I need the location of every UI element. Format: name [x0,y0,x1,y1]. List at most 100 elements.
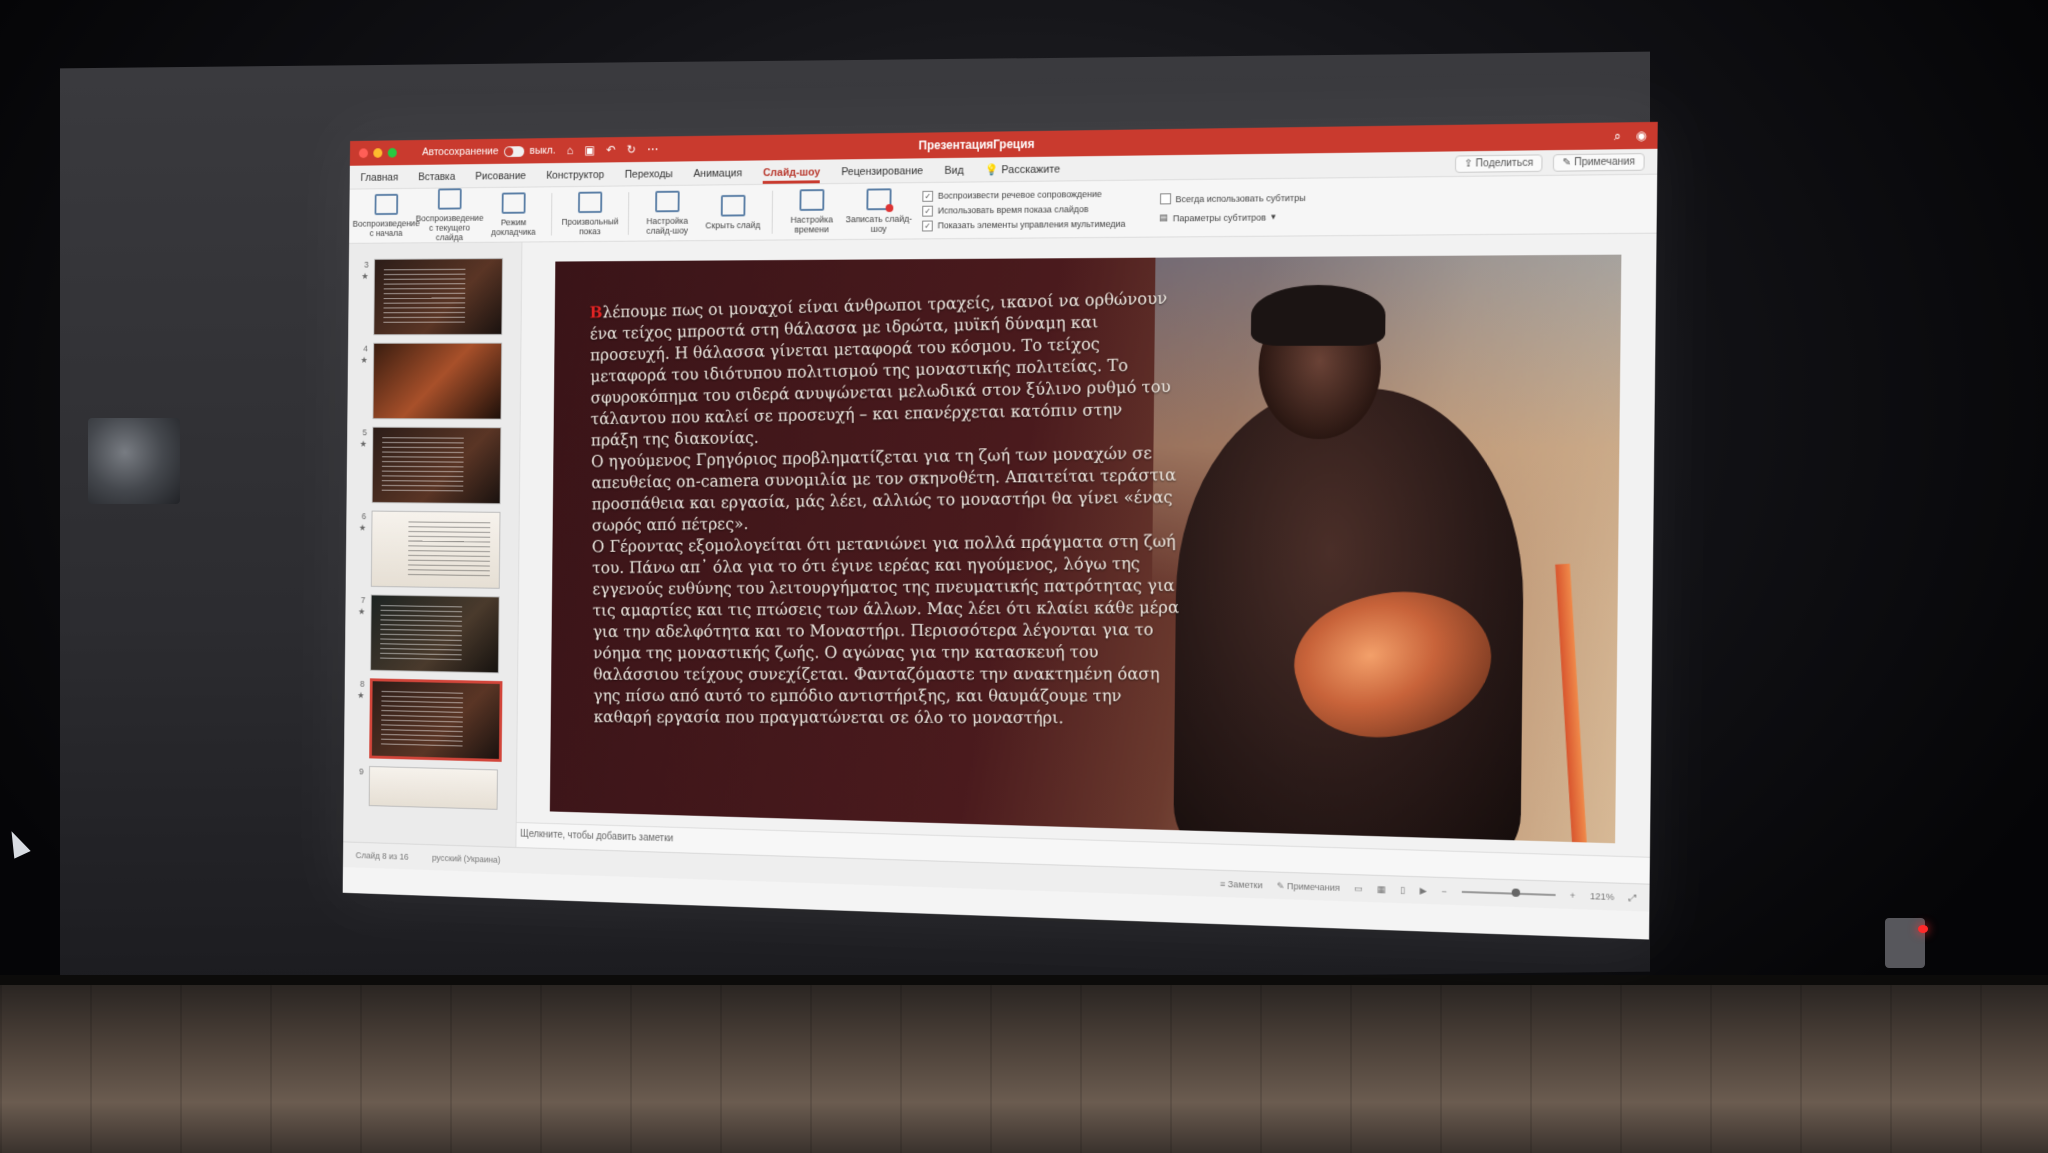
tab-draw[interactable]: Рисование [475,170,526,187]
grid-view-icon[interactable]: ▦ [1377,884,1386,895]
thumbnail-item[interactable]: 5 ★ [354,426,502,505]
tab-slideshow[interactable]: Слайд-шоу [762,166,821,184]
slide-canvas[interactable]: Βλέπουμε πως οι μοναχοί είναι άνθρωποι τ… [516,234,1656,884]
thumbnail-text-lines [407,521,491,579]
thumbnail-item-selected[interactable]: 8 ★ [351,678,503,762]
thumbnail-item[interactable]: 7 ★ [352,594,500,674]
tab-review[interactable]: Рецензирование [841,165,923,183]
stage-floor [0,985,2048,1153]
normal-view-icon[interactable]: ▭ [1354,883,1363,894]
slide-thumbnail[interactable] [370,594,500,674]
share-button[interactable]: ⇪ Поделиться [1454,154,1543,173]
zoom-level[interactable]: 121% [1590,891,1614,902]
monk-cap [1250,284,1386,346]
checkbox-box: ✓ [922,190,934,202]
record-slideshow-label: Записать слайд-шоу [845,213,913,234]
hide-slide-button[interactable]: Скрыть слайд [700,194,766,231]
home-icon[interactable]: ⌂ [567,144,574,158]
save-icon[interactable]: ▣ [584,143,595,157]
notes-placeholder: Щелкните, чтобы добавить заметки [520,828,674,845]
slide-paragraph-3: Ο Γέροντας εξομολογείται ότι μετανιώνει … [591,531,1180,728]
slide-thumbnail[interactable] [373,258,504,336]
zoom-out-icon[interactable]: − [1441,886,1447,896]
hide-slide-icon [720,194,746,217]
slideshow-view-icon[interactable]: ▶ [1420,885,1427,896]
current-slide[interactable]: Βλέπουμε πως οι μοναχοί είναι άνθρωποι τ… [549,254,1622,844]
redo-icon[interactable]: ↻ [627,143,637,157]
presenter-view-button[interactable]: Режим докладчика [481,192,546,237]
account-icon[interactable]: ◉ [1636,128,1647,144]
tab-animations[interactable]: Анимация [693,168,742,185]
setup-slideshow-label: Настройка слайд-шоу [646,215,689,236]
autosave-toggle[interactable] [503,145,525,157]
timings-label: Использовать время показа слайдов [937,204,1089,216]
minimize-icon[interactable] [373,148,383,158]
tell-me-label: Расскажите [1001,163,1061,177]
slide-thumbnail[interactable] [370,510,501,589]
zoom-in-icon[interactable]: + [1570,890,1576,900]
narration-checkbox[interactable]: ✓ Воспроизвести речевое сопровождение [922,188,1125,202]
language-indicator[interactable]: русский (Украина) [432,853,500,865]
subtitle-settings-dropdown[interactable]: ▤ Параметры субтитров ▾ [1159,211,1305,223]
close-icon[interactable] [358,148,368,159]
search-icon[interactable]: ⌕ [1614,128,1621,144]
thumbnail-number-text: 5 [362,427,368,438]
custom-show-button[interactable]: Произвольный показ [557,191,622,236]
comments-label: Примечания [1574,156,1636,169]
star-icon: ★ [357,606,366,617]
record-slideshow-button[interactable]: Записать слайд-шоу [845,188,913,234]
rehearse-timings-button[interactable]: Настройка времени [778,189,845,235]
play-from-start-button[interactable]: Воспроизведение с начала [353,193,420,239]
slide-thumbnail[interactable] [368,765,498,810]
custom-show-icon [577,191,603,214]
always-subtitles-checkbox[interactable]: Всегда использовать субтитры [1159,192,1306,205]
thumbnail-item[interactable]: 4 ★ [355,342,503,420]
thumbnail-item[interactable]: 9 [351,765,498,810]
tab-insert[interactable]: Вставка [418,171,455,188]
thumbnail-number: 8 ★ [352,678,365,701]
thumbnail-number-text: 9 [359,766,364,777]
zoom-slider[interactable] [1461,890,1556,897]
maximize-icon[interactable] [387,147,397,158]
thumbnail-item[interactable]: 3 ★ [355,258,504,336]
setup-slideshow-button[interactable]: Настройка слайд-шоу [634,190,700,236]
comments-toggle-label: Примечания [1286,880,1340,893]
undo-icon[interactable]: ↶ [606,143,615,157]
thumbnail-number-text: 8 [359,679,365,689]
media-controls-checkbox[interactable]: ✓ Показать элементы управления мультимеди… [922,218,1126,231]
tab-home[interactable]: Главная [360,172,398,189]
tab-view[interactable]: Вид [944,165,963,182]
always-subtitles-label: Всегда использовать субтитры [1175,192,1306,204]
tab-design[interactable]: Конструктор [546,169,604,186]
thumbnail-number-text: 6 [361,511,367,522]
tell-me-search[interactable]: 💡 Расскажите [985,163,1060,182]
presenter-view-icon [501,192,526,214]
comments-button[interactable]: ✎ Примечания [1552,153,1645,172]
slide-thumbnails-pane[interactable]: 3 ★ 4 ★ 5 ★ 6 ★ 7 ★ 8 ★ 9 [343,242,523,848]
tab-transitions[interactable]: Переходы [625,168,673,185]
drop-cap: Β [589,302,603,322]
media-controls-label: Показать элементы управления мультимедиа [937,218,1126,231]
slide-text-box[interactable]: Βλέπουμε πως οι μοναχοί είναι άνθρωποι τ… [590,287,1181,729]
slide-thumbnail-selected[interactable] [369,678,503,762]
reading-view-icon[interactable]: ▯ [1400,884,1405,895]
comments-toggle[interactable]: ✎ Примечания [1277,880,1340,893]
subtitle-settings-icon: ▤ [1159,212,1168,223]
play-from-start-icon [374,193,399,216]
slide-thumbnail[interactable] [372,342,503,420]
fit-to-window-icon[interactable]: ⤢ [1629,892,1637,904]
thumbnail-text-lines [380,690,464,749]
star-icon: ★ [359,439,367,449]
slide-counter: Слайд 8 из 16 [355,850,409,862]
comment-icon: ✎ [1276,880,1285,891]
play-from-current-button[interactable]: Воспроизведение с текущего слайда [416,188,483,242]
autosave-control[interactable]: Автосохранение выкл. [422,145,556,158]
ribbon-separator [627,192,630,235]
slide-thumbnail[interactable] [371,426,502,505]
comment-icon: ✎ [1562,157,1572,169]
thumbnail-number-text: 3 [364,259,369,270]
more-icon[interactable]: ⋯ [647,142,658,156]
thumbnail-item[interactable]: 6 ★ [353,510,501,589]
timings-checkbox[interactable]: ✓ Использовать время показа слайдов [922,203,1125,217]
notes-toggle[interactable]: ≡ Заметки [1220,879,1263,890]
